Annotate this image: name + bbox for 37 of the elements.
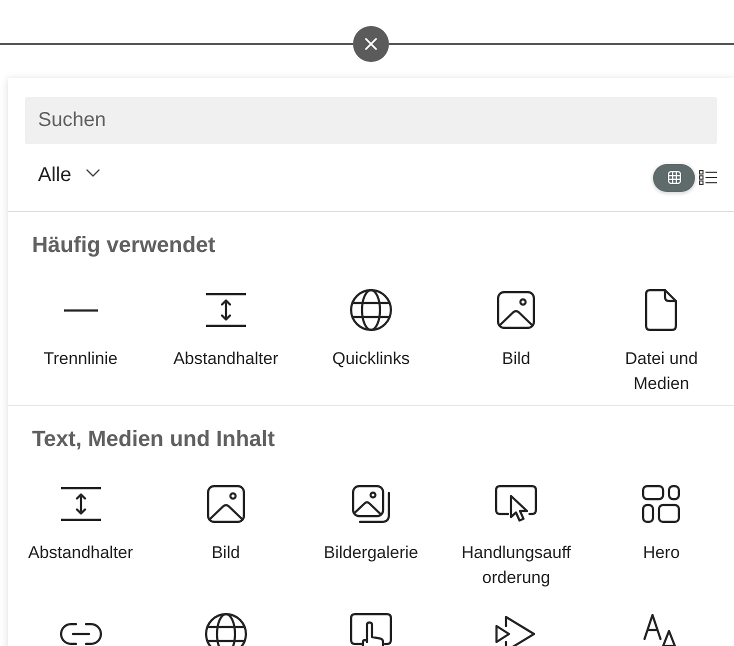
spacing-arrows-icon	[206, 293, 246, 327]
section-heading: Häufig verwendet	[32, 231, 216, 259]
section-heading: Text, Medien und Inhalt	[32, 425, 275, 453]
cursor-screen-icon	[495, 485, 538, 523]
insert-tile[interactable]	[204, 612, 248, 646]
hand-tap-icon	[350, 613, 392, 646]
list-view-button[interactable]	[699, 170, 717, 185]
image-stack-icon	[352, 485, 390, 523]
globe-icon	[204, 613, 247, 646]
insert-tile[interactable]: Abstandhalter	[28, 482, 134, 590]
image-icon	[497, 291, 536, 329]
insert-tile[interactable]: Bild	[204, 482, 248, 590]
horizontal-line-icon	[64, 308, 98, 312]
insert-tile[interactable]: Hero	[639, 482, 684, 590]
spacing-arrows-icon	[60, 487, 101, 521]
search-field[interactable]: Suchen	[25, 97, 717, 144]
grid-icon	[668, 171, 680, 184]
close-icon	[365, 38, 377, 50]
double-play-icon	[495, 613, 538, 646]
insert-tile[interactable]: Quicklinks	[332, 288, 410, 396]
insert-tile[interactable]	[348, 612, 393, 646]
close-button[interactable]	[353, 26, 389, 62]
insert-tile[interactable]: Abstandhalter	[173, 288, 278, 396]
list-icon	[699, 170, 717, 185]
image-icon	[206, 485, 245, 523]
insert-tile[interactable]: Trennlinie	[44, 288, 118, 396]
globe-icon	[350, 289, 392, 331]
document-icon	[645, 289, 678, 331]
insert-tile[interactable]: Bildergalerie	[324, 482, 418, 590]
insert-tile[interactable]: Datei und Medien	[604, 288, 718, 396]
chevron-down-icon	[86, 169, 100, 177]
tiles-layout-icon	[642, 485, 680, 523]
insert-tile[interactable]: Handlungsaufforderung	[459, 482, 574, 590]
grid-view-button[interactable]	[653, 164, 695, 192]
filter-dropdown[interactable]: Alle	[38, 162, 100, 188]
link-icon	[60, 623, 102, 645]
insert-tile[interactable]: Bild	[494, 288, 538, 396]
